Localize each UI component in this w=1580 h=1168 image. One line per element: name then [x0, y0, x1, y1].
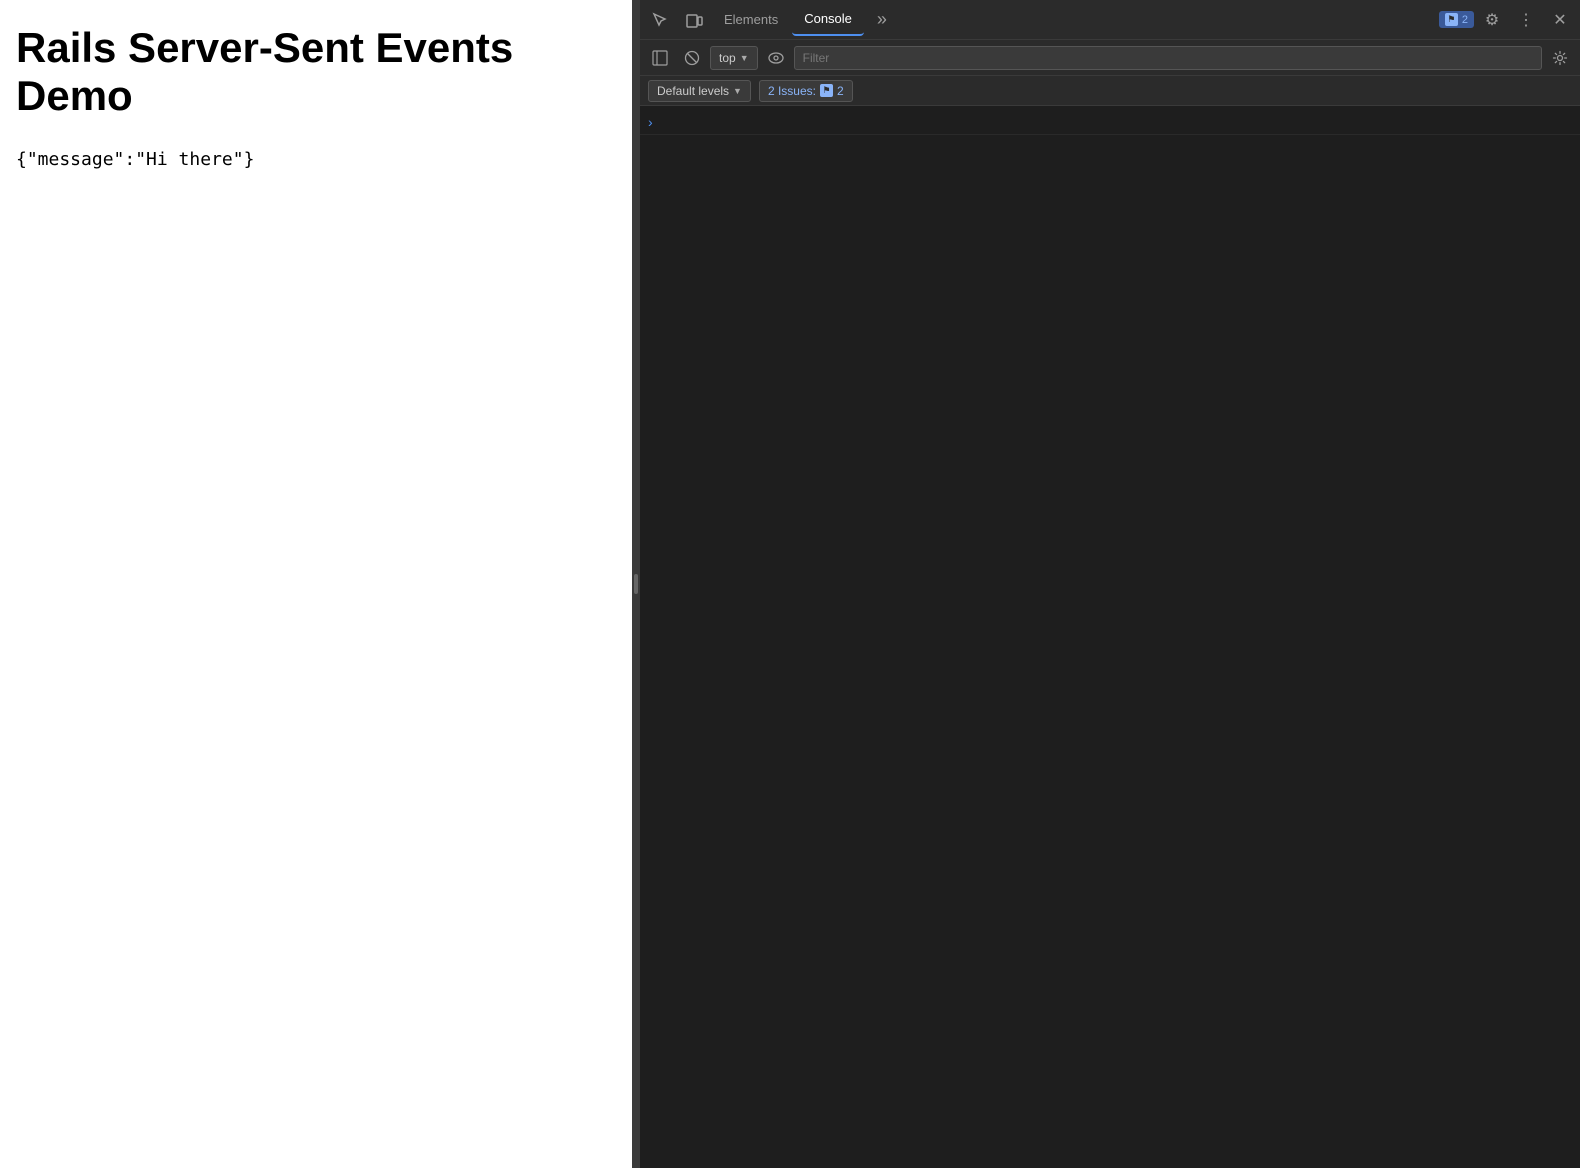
page-title: Rails Server-Sent Events Demo — [16, 24, 616, 121]
tab-elements[interactable]: Elements — [712, 4, 790, 36]
issues-label: 2 Issues: — [768, 84, 816, 98]
console-sidebar-icon[interactable] — [646, 44, 674, 72]
devtools-close-icon[interactable]: ✕ — [1544, 4, 1576, 36]
live-expressions-icon[interactable] — [762, 44, 790, 72]
message-output: {"message":"Hi there"} — [16, 149, 616, 170]
devtools-more-options-icon[interactable]: ⋮ — [1510, 4, 1542, 36]
console-settings-icon[interactable] — [1546, 44, 1574, 72]
context-selector[interactable]: top ▼ — [710, 46, 758, 70]
console-row[interactable]: › — [640, 110, 1580, 135]
issues-icon-header: ⚑ — [1445, 13, 1458, 26]
default-levels-selector[interactable]: Default levels ▼ — [648, 80, 751, 102]
issues-count-header: 2 — [1462, 14, 1468, 26]
default-levels-arrow: ▼ — [733, 86, 742, 96]
context-selector-arrow: ▼ — [740, 53, 749, 63]
tab-console[interactable]: Console — [792, 4, 864, 36]
devtools-settings-icon[interactable]: ⚙ — [1476, 4, 1508, 36]
more-tabs-icon[interactable]: » — [866, 4, 898, 36]
webpage-pane: Rails Server-Sent Events Demo {"message"… — [0, 0, 632, 1168]
issues-badge-toolbar[interactable]: 2 Issues: ⚑ 2 — [759, 80, 853, 102]
issues-badge-header[interactable]: ⚑ 2 — [1439, 11, 1474, 28]
devtools-tab-bar: Elements Console » ⚑ 2 ⚙ ⋮ ✕ — [640, 0, 1580, 40]
expand-chevron-icon[interactable]: › — [648, 112, 653, 132]
issues-count-toolbar: 2 — [837, 84, 844, 98]
console-filter-input[interactable] — [794, 46, 1542, 70]
levels-toolbar: Default levels ▼ 2 Issues: ⚑ 2 — [640, 76, 1580, 106]
issues-icon-toolbar: ⚑ — [820, 84, 833, 97]
devtools-pane: Elements Console » ⚑ 2 ⚙ ⋮ ✕ — [640, 0, 1580, 1168]
console-clear-icon[interactable] — [678, 44, 706, 72]
console-output: › — [640, 106, 1580, 1168]
device-toolbar-icon[interactable] — [678, 4, 710, 36]
console-toolbar: top ▼ — [640, 40, 1580, 76]
devtools-resize-handle[interactable] — [632, 0, 640, 1168]
context-selector-label: top — [719, 51, 736, 65]
inspect-icon[interactable] — [644, 4, 676, 36]
default-levels-label: Default levels — [657, 84, 729, 98]
